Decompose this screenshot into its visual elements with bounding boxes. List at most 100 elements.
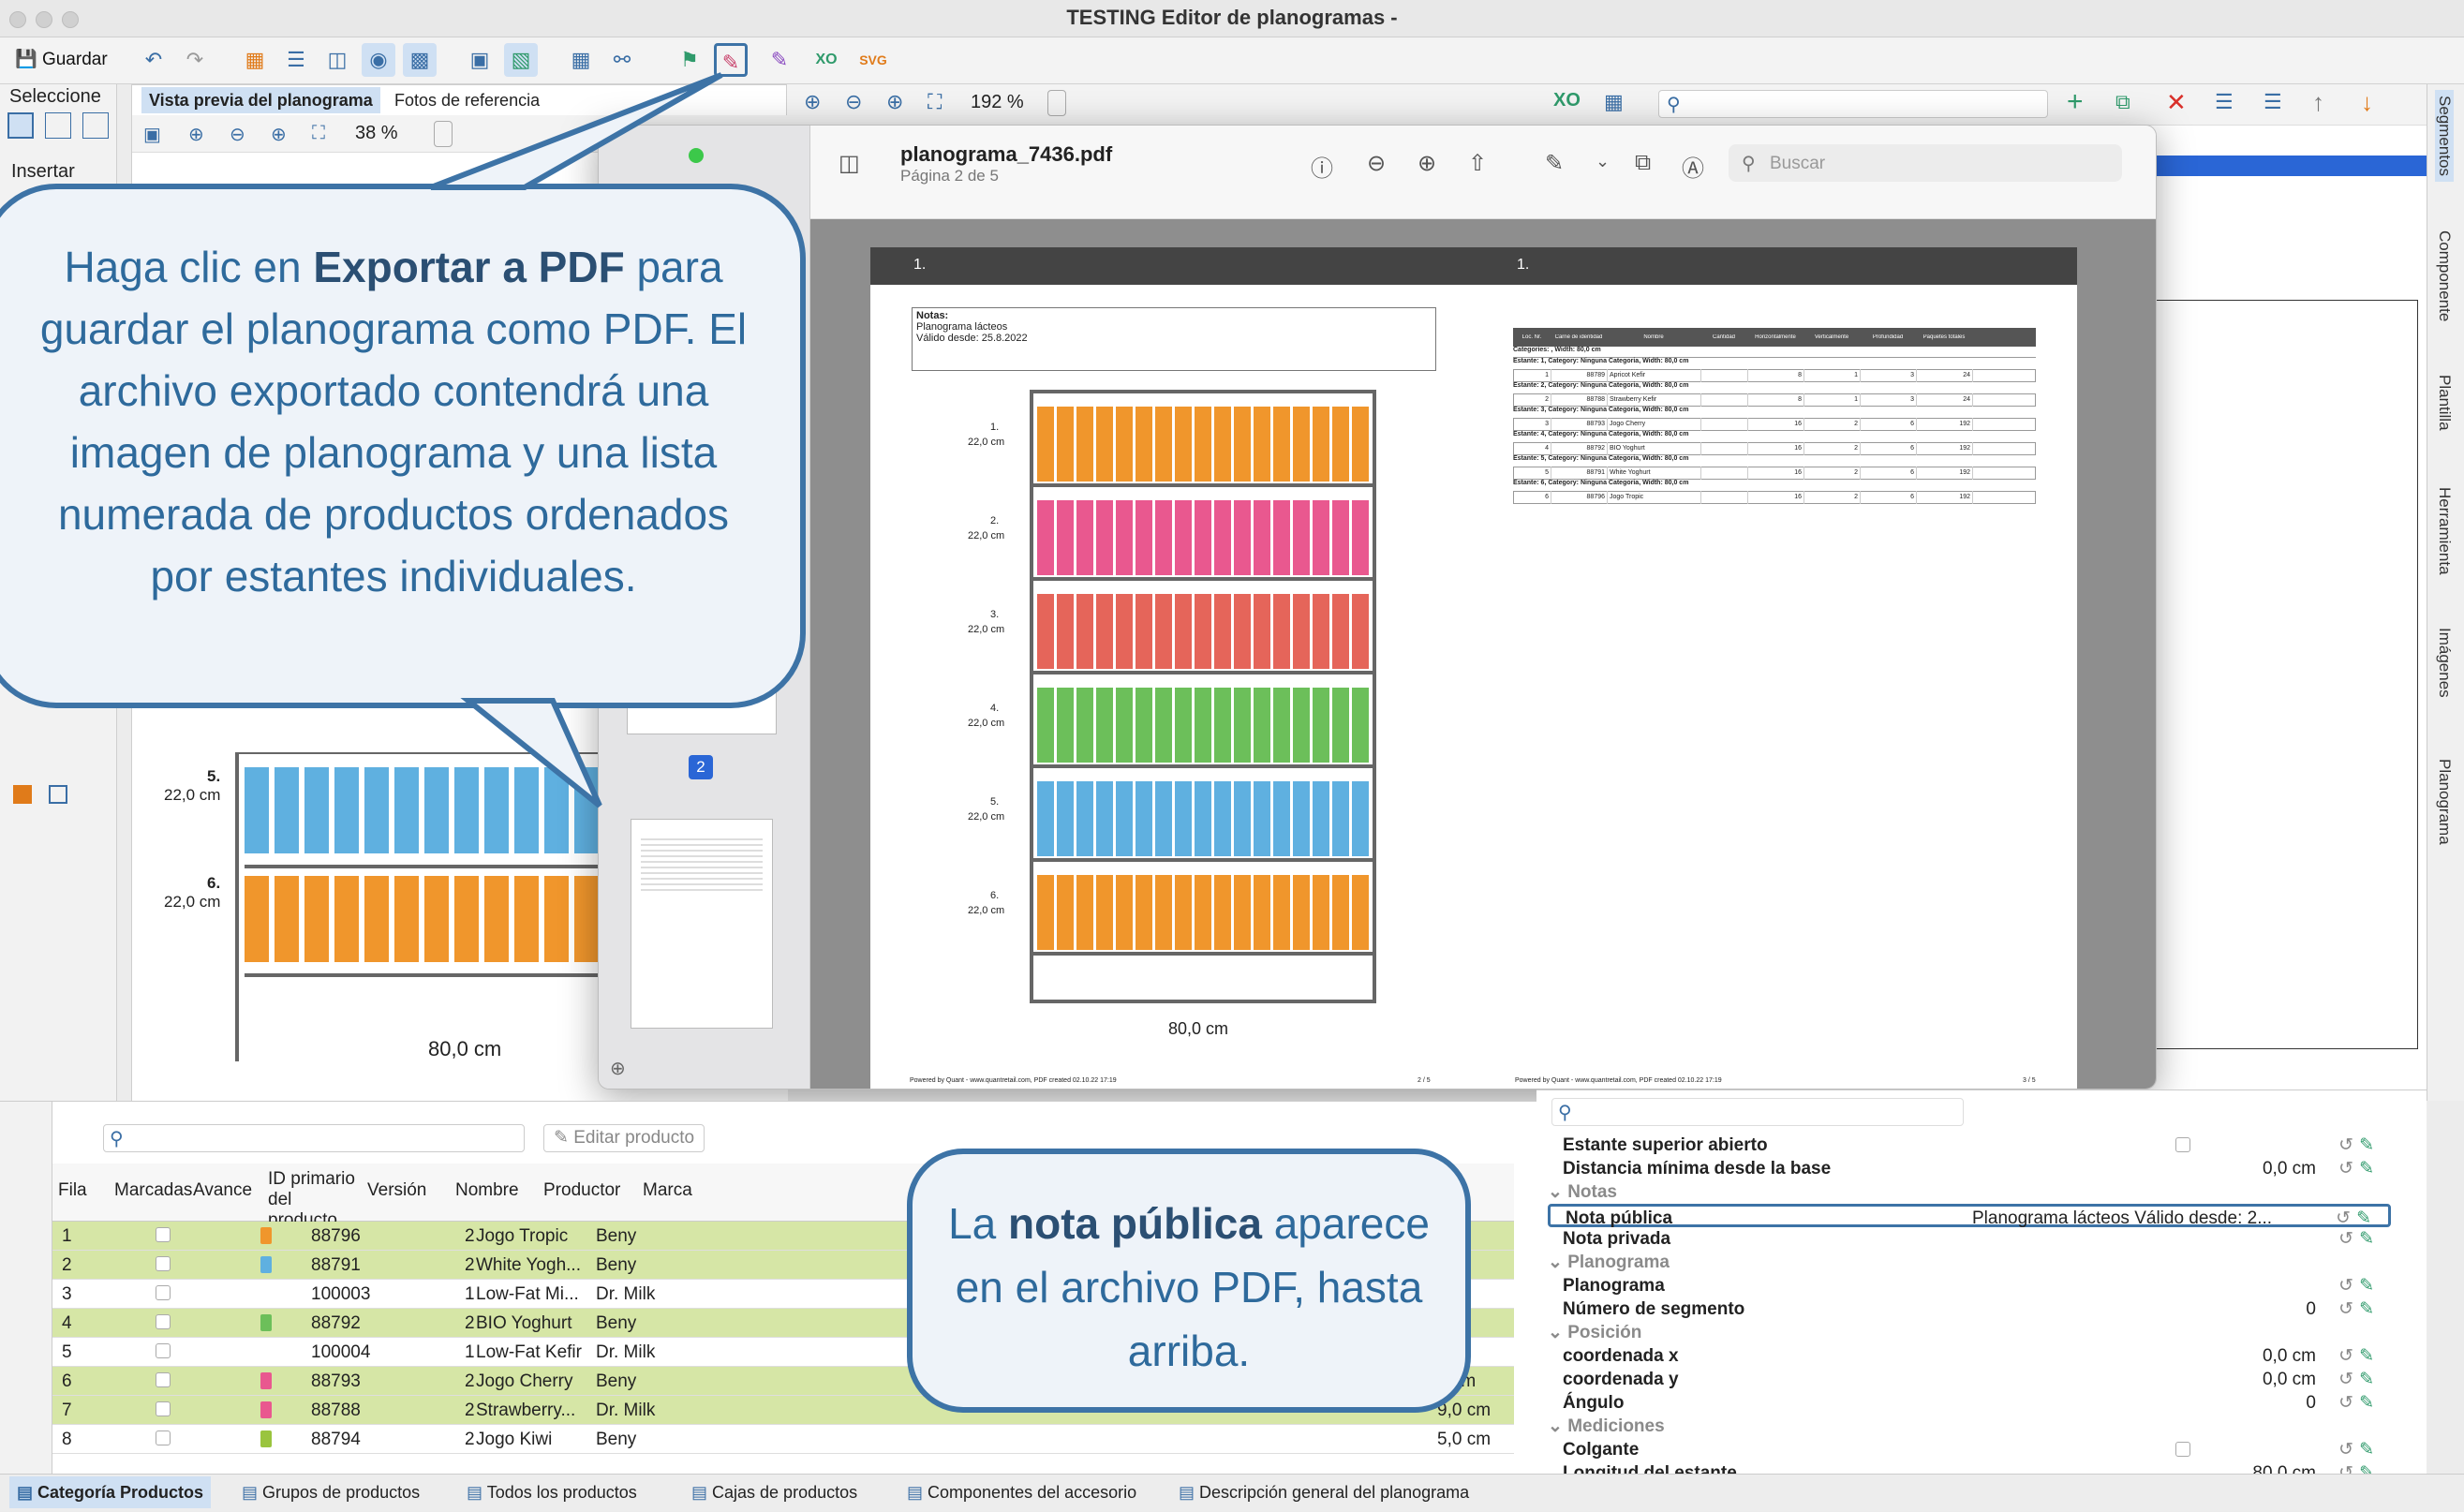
reorder-icon-2[interactable]: ☰ bbox=[2264, 90, 2282, 114]
side-tab-component[interactable]: Componente bbox=[2435, 230, 2454, 321]
select-grid-icon[interactable] bbox=[45, 112, 71, 139]
camera-icon[interactable]: ◉ bbox=[362, 43, 395, 77]
add-icon[interactable]: + bbox=[2067, 86, 2084, 118]
edit-pen-icon[interactable]: ✎ bbox=[2359, 1438, 2374, 1461]
annotate-icon[interactable]: Ⓐ bbox=[1682, 150, 1704, 183]
list-view-icon[interactable]: ☰ bbox=[279, 43, 313, 77]
undo-icon[interactable]: ↶ bbox=[137, 43, 171, 77]
bottom-tab[interactable]: ▤ Componentes del accesorio bbox=[899, 1476, 1144, 1508]
edit-pen-icon[interactable]: ✎ bbox=[2359, 1134, 2374, 1157]
marked-checkbox[interactable] bbox=[156, 1227, 171, 1242]
property-row[interactable]: Distancia mínima desde la base 0,0 cm ↺ ✎ bbox=[1548, 1157, 2391, 1180]
save-button[interactable]: 💾 Guardar bbox=[6, 45, 117, 77]
reorder-icon[interactable]: ☰ bbox=[2215, 90, 2234, 114]
redo-icon[interactable]: ↷ bbox=[178, 43, 212, 77]
layout-icon[interactable]: ▣ bbox=[463, 43, 497, 77]
zoom-stepper[interactable] bbox=[434, 121, 453, 147]
fit-icon[interactable]: ▣ bbox=[143, 123, 161, 146]
property-checkbox[interactable] bbox=[2175, 1137, 2190, 1152]
reset-icon[interactable]: ↺ bbox=[2338, 1344, 2353, 1368]
list-icon[interactable] bbox=[49, 785, 67, 804]
move-up-icon[interactable]: ↑ bbox=[2312, 88, 2324, 117]
zoom-out-icon-2[interactable]: ⊖ bbox=[845, 90, 862, 114]
reset-icon[interactable]: ↺ bbox=[2338, 1297, 2353, 1321]
product-search-input[interactable]: ⚲ bbox=[103, 1124, 525, 1152]
property-row[interactable]: Planograma ↺ ✎ bbox=[1548, 1274, 2391, 1297]
property-row[interactable]: Nota pública Planograma lácteos Válido de… bbox=[1548, 1204, 2391, 1228]
delete-icon[interactable]: ✕ bbox=[2166, 88, 2187, 117]
product-table-column-header[interactable]: Versión bbox=[367, 1180, 452, 1201]
reset-icon[interactable]: ↺ bbox=[2338, 1134, 2353, 1157]
marked-checkbox[interactable] bbox=[156, 1314, 171, 1329]
table-settings-icon[interactable]: ▦ bbox=[1604, 90, 1624, 114]
property-value[interactable]: 0 bbox=[2306, 1297, 2316, 1321]
fullscreen-icon-2[interactable]: ⛶ bbox=[928, 90, 942, 114]
edit-pen-icon[interactable]: ✎ bbox=[2359, 1157, 2374, 1180]
chevron-down-icon[interactable]: ⌄ bbox=[1548, 1323, 1567, 1342]
palette-icon[interactable] bbox=[13, 785, 32, 804]
select-rect-icon[interactable] bbox=[7, 112, 34, 139]
fullscreen-icon[interactable]: ⛶ bbox=[312, 123, 325, 144]
sidebar-toggle-icon[interactable]: ◫ bbox=[839, 150, 860, 177]
move-down-icon[interactable]: ↓ bbox=[2361, 88, 2373, 117]
marked-checkbox[interactable] bbox=[156, 1343, 171, 1358]
align-tool-icon[interactable]: ▦ bbox=[238, 43, 272, 77]
markup-icon[interactable]: ✎ bbox=[1545, 150, 1564, 177]
property-row[interactable]: coordenada x 0,0 cm ↺ ✎ bbox=[1548, 1344, 2391, 1368]
bottom-tab[interactable]: ▤ Categoría Productos bbox=[9, 1476, 212, 1508]
edit-pen-icon[interactable]: ✎ bbox=[2359, 1297, 2374, 1321]
chevron-down-icon[interactable]: ⌄ bbox=[1548, 1416, 1567, 1436]
product-table-column-header[interactable]: Avance bbox=[193, 1180, 277, 1201]
property-value[interactable]: 0 bbox=[2306, 1391, 2316, 1415]
reset-icon[interactable]: ↺ bbox=[2338, 1157, 2353, 1180]
zoom-window-button[interactable] bbox=[62, 11, 79, 28]
world-icon[interactable]: ⚯ bbox=[605, 43, 639, 77]
bottom-tab[interactable]: ▤ Descripción general del planograma bbox=[1171, 1476, 1477, 1508]
export-image-icon[interactable]: ✎ bbox=[763, 43, 796, 77]
selected-segment-row[interactable] bbox=[2156, 156, 2427, 176]
property-value[interactable]: 0,0 cm bbox=[2263, 1344, 2316, 1368]
edit-pen-icon[interactable]: ✎ bbox=[2359, 1368, 2374, 1391]
minimize-window-button[interactable] bbox=[36, 11, 52, 28]
property-section-header[interactable]: ⌄ Planograma bbox=[1548, 1251, 2391, 1274]
planogram-view-icon[interactable]: ▧ bbox=[504, 43, 538, 77]
reset-icon[interactable]: ↺ bbox=[2338, 1438, 2353, 1461]
properties-search-input[interactable]: ⚲ bbox=[1551, 1098, 1964, 1126]
product-table-column-header[interactable]: Marcadas bbox=[114, 1180, 199, 1201]
table-icon[interactable]: ▦ bbox=[564, 43, 598, 77]
bottom-tab[interactable]: ▤ Grupos de productos bbox=[234, 1476, 427, 1508]
side-tab-tool[interactable]: Herramienta bbox=[2435, 487, 2454, 575]
product-table-column-header[interactable]: Marca bbox=[643, 1180, 727, 1201]
marked-checkbox[interactable] bbox=[156, 1401, 171, 1416]
marked-checkbox[interactable] bbox=[156, 1430, 171, 1445]
chevron-down-icon[interactable]: ⌄ bbox=[1548, 1253, 1567, 1272]
zoom-fit-icon-2[interactable]: ⊕ bbox=[886, 90, 903, 114]
zoom-in-icon[interactable]: ⊕ bbox=[188, 123, 204, 146]
property-value[interactable]: 0,0 cm bbox=[2263, 1368, 2316, 1391]
edit-pen-icon[interactable]: ✎ bbox=[2359, 1344, 2374, 1368]
reset-icon[interactable]: ↺ bbox=[2338, 1274, 2353, 1297]
zoom-out-icon[interactable]: ⊖ bbox=[230, 123, 245, 146]
close-window-button[interactable] bbox=[9, 11, 26, 28]
property-value[interactable]: 0,0 cm bbox=[2263, 1157, 2316, 1180]
side-tab-segments[interactable]: Segmentos bbox=[2435, 90, 2454, 182]
product-table-column-header[interactable]: Nombre bbox=[455, 1180, 540, 1201]
book-view-icon[interactable]: ◫ bbox=[320, 43, 354, 77]
select-filter-icon[interactable] bbox=[82, 112, 109, 139]
property-row[interactable]: Número de segmento 0 ↺ ✎ bbox=[1548, 1297, 2391, 1321]
zoom-in-pdf-icon[interactable]: ⊕ bbox=[1418, 150, 1436, 177]
marked-checkbox[interactable] bbox=[156, 1372, 171, 1387]
segments-search-input[interactable]: ⚲ bbox=[1658, 90, 2048, 118]
edit-pen-icon[interactable]: ✎ bbox=[2359, 1391, 2374, 1415]
tab-preview[interactable]: Vista previa del planograma bbox=[141, 87, 380, 113]
export-pdf-icon[interactable]: ✎ bbox=[714, 43, 748, 77]
pdf-search-input[interactable]: ⚲ Buscar bbox=[1729, 144, 2122, 182]
share-icon[interactable]: ⇧ bbox=[1468, 150, 1487, 177]
export-xo-icon[interactable]: XO bbox=[809, 43, 843, 77]
edit-pen-icon[interactable]: ✎ bbox=[2359, 1274, 2374, 1297]
chevron-down-icon[interactable]: ⌄ bbox=[1596, 152, 1610, 171]
xo-icon[interactable]: XO bbox=[1553, 90, 1581, 111]
marked-checkbox[interactable] bbox=[156, 1285, 171, 1300]
property-section-header[interactable]: ⌄ Posición bbox=[1548, 1321, 2391, 1344]
tab-reference-photos[interactable]: Fotos de referencia bbox=[387, 87, 547, 113]
